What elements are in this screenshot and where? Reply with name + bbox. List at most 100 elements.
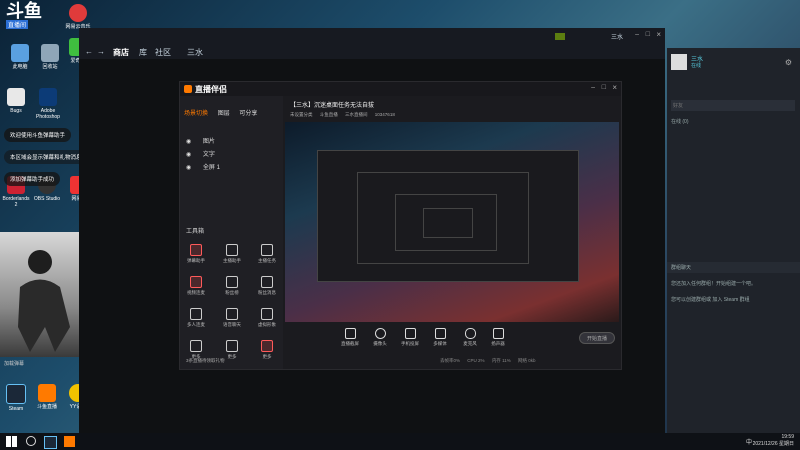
tool-label: 主播助手 [223, 258, 241, 263]
tab-share[interactable]: 可分享 [239, 111, 257, 117]
friend-search-input[interactable] [671, 100, 795, 111]
desktop-icon-bugs[interactable]: Bugs [1, 88, 31, 114]
photoshop-icon [39, 88, 57, 106]
tool-fans-rank[interactable]: 粉丝榜 [220, 276, 244, 296]
group-icon [190, 308, 202, 320]
tool-label: 弹幕助手 [187, 258, 205, 263]
btn-camera[interactable]: 摄像头 [368, 328, 392, 347]
tool-more[interactable]: 更多 [255, 340, 279, 360]
start-live-button[interactable]: 开始直播 [579, 332, 615, 344]
tag[interactable]: 斗鱼直播 [320, 112, 338, 117]
notification-icon[interactable] [555, 33, 565, 40]
friends-panel: 三水 在线 ⚙ 在线 (0) 群组聊天 您还加入任何群组！开始组建一个吧。 您可… [667, 48, 800, 433]
danmaku-icon [190, 244, 202, 256]
steam-nav: ← → 商店 库 社区 三水 [79, 45, 665, 59]
group-hint: 您还加入任何群组！开始组建一个吧。 [671, 281, 757, 287]
rank-icon [226, 276, 238, 288]
douyu-icon[interactable] [64, 436, 75, 447]
voice-icon [226, 308, 238, 320]
message-icon [261, 276, 273, 288]
nav-community[interactable]: 社区 [155, 47, 171, 58]
tool-fans-msg[interactable]: 粉丝消息 [255, 276, 279, 296]
scene-item[interactable]: ◉ 文字 [186, 149, 215, 158]
clock[interactable]: 19:59 2021/12/26 星期日 [753, 434, 794, 448]
tag[interactable]: 三水直播间 [345, 112, 368, 117]
tool-more[interactable]: 更多 [184, 340, 208, 360]
input-language[interactable]: 中 [746, 437, 752, 446]
btn-speaker[interactable]: 扬声器 [486, 328, 510, 347]
desktop-icon-label: Adobe Photoshop [36, 108, 60, 120]
tool-video-link[interactable]: 视频连麦 [184, 276, 208, 296]
tool-label: 粉丝消息 [258, 290, 276, 295]
close-icon[interactable]: × [656, 30, 661, 39]
search-icon[interactable] [26, 436, 36, 446]
recycle-bin-icon [41, 44, 59, 62]
btn-screenshot[interactable]: 直播截屏 [338, 328, 362, 347]
btn-media[interactable]: 多媒体 [428, 328, 452, 347]
minimize-icon[interactable]: – [635, 31, 639, 38]
gear-icon[interactable]: ⚙ [785, 58, 792, 67]
tab-layer[interactable]: 图层 [218, 111, 230, 117]
tool-anchor-helper[interactable]: 主播助手 [220, 244, 244, 264]
tool-danmaku[interactable]: 弹幕助手 [184, 244, 208, 264]
desktop-icon-label: 回收站 [42, 64, 58, 70]
online-header[interactable]: 在线 (0) [671, 118, 689, 125]
tool-label: 语音聊天 [223, 322, 241, 327]
phone-icon [404, 328, 416, 339]
nav-library[interactable]: 库 [139, 47, 147, 58]
tool-label: 视频连麦 [187, 290, 205, 295]
netease-music-icon [69, 4, 87, 22]
tool-voice-chat[interactable]: 语音聊天 [220, 308, 244, 328]
btn-label: 直播截屏 [341, 341, 359, 346]
eye-icon[interactable]: ◉ [186, 152, 191, 158]
tool-avatar[interactable]: 虚拟形象 [255, 308, 279, 328]
tool-anchor-task[interactable]: 主播任务 [255, 244, 279, 264]
task-icon [261, 244, 273, 256]
desktop-icon-pc[interactable]: 此电脑 [5, 44, 35, 70]
eye-icon[interactable]: ◉ [186, 139, 191, 145]
desktop-icon-recycle[interactable]: 回收站 [35, 44, 65, 70]
room-tags: 未设置分类 斗鱼直播 三水直播间 10347618 [290, 112, 395, 118]
steam-icon[interactable] [44, 436, 57, 449]
scene-item[interactable]: ◉ 图片 [186, 136, 215, 145]
forward-arrow-icon[interactable]: → [97, 47, 105, 56]
tool-label: 粉丝榜 [225, 290, 239, 295]
desktop-icon-douyu[interactable]: 斗鱼直播 [32, 384, 62, 410]
desktop-icon-label: Steam [8, 406, 24, 412]
btn-phone-cast[interactable]: 手机投屏 [398, 328, 422, 347]
scene-tabs: 场景切换 图层 可分享 [184, 108, 257, 117]
nav-user[interactable]: 三水 [187, 47, 203, 58]
stat: 内存 11% [491, 358, 511, 363]
tab-scene[interactable]: 场景切换 [184, 111, 208, 117]
avatar [671, 54, 687, 70]
stat: 丢帧率0% [440, 358, 461, 363]
desktop-icon-ps[interactable]: Adobe Photoshop [33, 88, 63, 120]
douyu-logo: 斗鱼 直播间 [6, 2, 46, 32]
back-arrow-icon[interactable]: ← [85, 47, 93, 56]
maximize-icon[interactable]: □ [602, 84, 606, 91]
avatar-icon [261, 308, 273, 320]
eye-icon[interactable]: ◉ [186, 165, 191, 171]
tool-multi-link[interactable]: 多人连麦 [184, 308, 208, 328]
scene-item[interactable]: ◉ 全屏 1 [186, 162, 220, 171]
stream-preview [285, 122, 619, 322]
btn-mic[interactable]: 麦克风 [458, 328, 482, 347]
close-icon[interactable]: × [612, 83, 617, 92]
media-icon [434, 328, 446, 339]
stat: CPU 2% [467, 358, 485, 363]
desktop-icon-label: 斗鱼直播 [36, 404, 57, 410]
scene-label: 文字 [202, 152, 215, 158]
tag[interactable]: 未设置分类 [290, 112, 313, 117]
live-titlebar: 直播伴侣 × □ – [180, 82, 621, 96]
tool-more[interactable]: 更多 [220, 340, 244, 360]
group-header[interactable]: 群组聊天 [667, 262, 800, 273]
desktop-icon-netease[interactable]: 网易云音乐 [63, 4, 93, 30]
maximize-icon[interactable]: □ [646, 31, 650, 38]
screenshot-icon [344, 328, 356, 339]
nav-store[interactable]: 商店 [113, 47, 129, 58]
friend-status: 在线 [691, 63, 702, 69]
minimize-icon[interactable]: – [591, 84, 595, 91]
douyu-icon [38, 384, 56, 402]
windows-start-icon[interactable] [6, 436, 17, 447]
desktop-icon-steam[interactable]: Steam [1, 384, 31, 412]
